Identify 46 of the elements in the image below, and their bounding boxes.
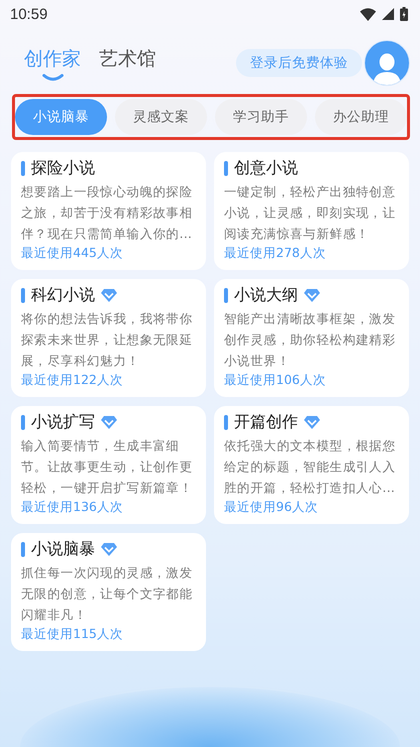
avatar[interactable] xyxy=(364,40,410,86)
tool-card[interactable]: 小说大纲 智能产出清晰故事框架，激发创作灵感，助你轻松构建精彩小说世界！ 最近使用106人次 xyxy=(214,279,409,397)
usage-count: 最近使用115人次 xyxy=(21,625,124,643)
title-accent-bar xyxy=(21,542,25,557)
category-chip[interactable]: 办公助理 xyxy=(315,99,407,135)
card-title: 小说脑暴 xyxy=(31,539,95,560)
tool-card[interactable]: 小说扩写 输入简要情节，生成丰富细节。让故事更生动，让创作更轻松，一键开启扩写新篇章！ 最近使用136人次 xyxy=(11,406,206,524)
card-title: 探险小说 xyxy=(31,158,95,179)
tool-card[interactable]: 科幻小说 将你的想法告诉我，我将带你探索未来世界，让想象无限延展，尽享科幻魅力！ 最近使用122人次 xyxy=(11,279,206,397)
card-title: 小说大纲 xyxy=(234,285,298,306)
card-description: 抓住每一次闪现的灵感，激发无限的创意，让每个文字都能闪耀非凡！ xyxy=(21,564,194,624)
usage-count: 最近使用96人次 xyxy=(224,498,319,516)
battery-icon xyxy=(400,7,408,21)
usage-count: 最近使用106人次 xyxy=(224,371,327,389)
usage-count: 最近使用445人次 xyxy=(21,244,124,262)
title-accent-bar xyxy=(21,415,25,430)
title-accent-bar xyxy=(224,161,228,176)
card-title: 科幻小说 xyxy=(31,285,95,306)
title-accent-bar xyxy=(224,415,228,430)
card-title: 小说扩写 xyxy=(31,412,95,433)
card-description: 依托强大的文本模型，根据您给定的标题，智能生成引人入胜的开篇，轻松打造扣人心... xyxy=(224,437,397,497)
card-description: 一键定制，轻松产出独特创意小说，让灵感，即刻实现，让阅读充满惊喜与新鲜感！ xyxy=(224,183,397,243)
usage-count: 最近使用278人次 xyxy=(224,244,327,262)
wifi-icon xyxy=(360,8,376,20)
card-description: 输入简要情节，生成丰富细节。让故事更生动，让创作更轻松，一键开启扩写新篇章！ xyxy=(21,437,194,497)
tool-card[interactable]: 小说脑暴 抓住每一次闪现的灵感，激发无限的创意，让每个文字都能闪耀非凡！ 最近使用115人次 xyxy=(11,533,206,651)
category-chip[interactable]: 灵感文案 xyxy=(115,99,207,135)
card-description: 智能产出清晰故事框架，激发创作灵感，助你轻松构建精彩小说世界！ xyxy=(224,310,397,370)
card-title: 创意小说 xyxy=(234,158,298,179)
status-time: 10:59 xyxy=(10,6,48,22)
card-description: 将你的想法告诉我，我将带你探索未来世界，让想象无限延展，尽享科幻魅力！ xyxy=(21,310,194,370)
title-accent-bar xyxy=(224,288,228,303)
user-silhouette-icon xyxy=(373,53,401,85)
tool-card[interactable]: 探险小说 想要踏上一段惊心动魄的探险之旅，却苦于没有精彩故事相伴？现在只需简单输入你的... 最近使用445人次 xyxy=(11,152,206,270)
title-accent-bar xyxy=(21,288,25,303)
tool-card[interactable]: 创意小说 一键定制，轻松产出独特创意小说，让灵感，即刻实现，让阅读充满惊喜与新鲜感！ 最近使用278人次 xyxy=(214,152,409,270)
title-accent-bar xyxy=(21,161,25,176)
usage-count: 最近使用122人次 xyxy=(21,371,124,389)
header-tab[interactable]: 艺术馆 xyxy=(99,46,156,72)
usage-count: 最近使用136人次 xyxy=(21,498,124,516)
card-description: 想要踏上一段惊心动魄的探险之旅，却苦于没有精彩故事相伴？现在只需简单输入你的... xyxy=(21,183,194,243)
tool-card[interactable]: 开篇创作 依托强大的文本模型，根据您给定的标题，智能生成引人入胜的开篇，轻松打造扣人心... 最近使用96人次 xyxy=(214,406,409,524)
category-chip[interactable]: 学习助手 xyxy=(215,99,307,135)
tab-indicator-icon xyxy=(42,74,64,80)
card-title: 开篇创作 xyxy=(234,412,298,433)
signal-icon xyxy=(382,8,394,20)
